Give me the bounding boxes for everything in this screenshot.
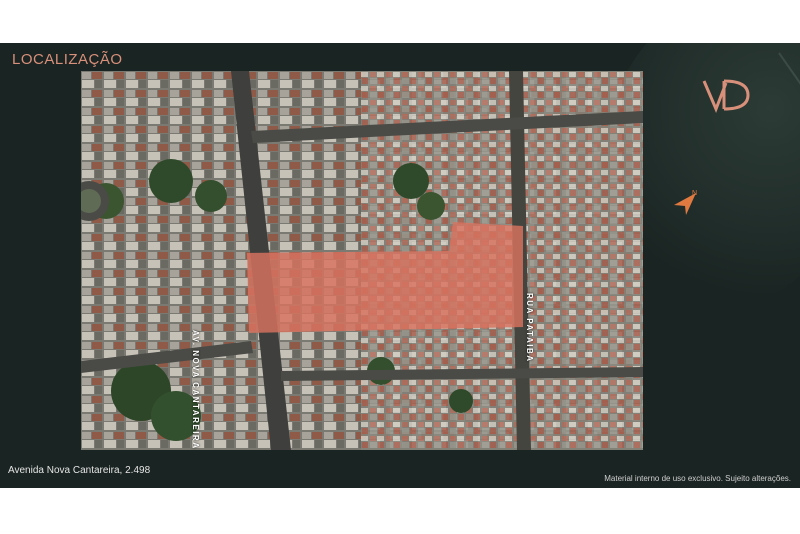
presentation-slide: LOCALIZAÇÃO N AV. NOVA CANTAREIRA RUA PA… bbox=[0, 43, 800, 488]
address-text: Avenida Nova Cantareira, 2.498 bbox=[8, 465, 151, 476]
aerial-map[interactable] bbox=[81, 71, 643, 450]
brand-logo bbox=[702, 79, 750, 113]
street-label-av-nova-cantareira: AV. NOVA CANTAREIRA bbox=[191, 330, 200, 450]
slide-title: LOCALIZAÇÃO bbox=[12, 51, 123, 68]
svg-text:N: N bbox=[692, 190, 697, 197]
street-label-rua-pataiba: RUA PATAIBA bbox=[525, 293, 534, 363]
compass-north-icon: N bbox=[674, 190, 697, 215]
disclaimer-text: Material interno de uso exclusivo. Sujei… bbox=[604, 474, 791, 483]
aerial-map-graphic bbox=[81, 71, 643, 450]
